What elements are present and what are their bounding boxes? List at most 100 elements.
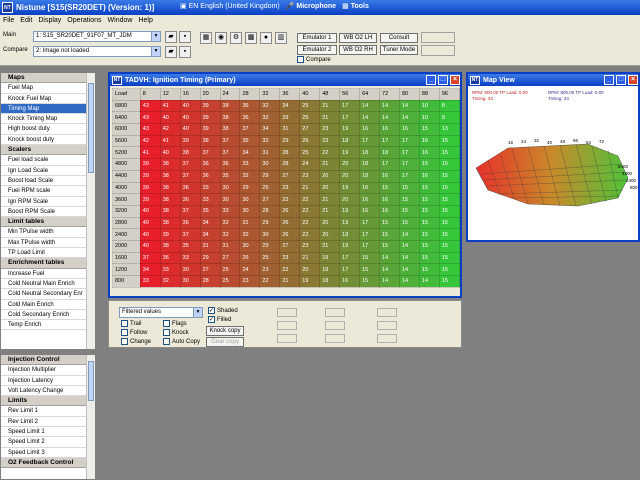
table-cell[interactable]: 39 [199,111,221,125]
table-cell[interactable]: 17 [359,228,381,241]
table-cell[interactable]: 25 [219,263,241,276]
table-cell[interactable]: 17 [359,216,381,230]
table-cell[interactable]: 32 [259,111,281,125]
row-header[interactable]: 1200 [112,263,141,276]
table-cell[interactable]: 15 [438,263,461,276]
sidebar-item[interactable]: Cold Main Enrich [1,300,95,310]
chart-icon[interactable]: ▥ [275,32,287,44]
table-cell[interactable]: 14 [379,99,400,113]
table-cell[interactable]: 38 [219,123,241,136]
sidebar-item[interactable]: Min TPulse width [1,227,95,238]
table-cell[interactable]: 21 [319,158,341,171]
table-cell[interactable]: 20 [319,181,341,195]
row-header[interactable]: 5600 [112,134,141,148]
table-cell[interactable]: 17 [359,239,381,253]
sidebar-scrollbar[interactable] [86,355,95,479]
sidebar-item[interactable]: Ign Load Scale [1,166,95,176]
table-cell[interactable]: 35 [219,169,241,183]
table-cell[interactable]: 35 [179,239,201,253]
auto-copy-checkbox[interactable]: Auto Copy [163,338,200,345]
table-cell[interactable]: 23 [319,134,341,148]
column-header[interactable]: 32 [259,88,281,101]
column-header[interactable]: 24 [219,88,241,101]
table-cell[interactable]: 40 [179,123,201,136]
consult-button[interactable]: Consult [380,33,418,43]
table-cell[interactable]: 29 [259,216,281,230]
table-cell[interactable]: 43 [139,99,161,113]
table-cell[interactable]: 35 [199,204,221,218]
table-cell[interactable]: 16 [359,181,381,195]
minimize-icon[interactable]: _ [426,75,436,85]
sidebar-item[interactable]: Increase Fuel [1,269,95,279]
table-cell[interactable]: 39 [199,123,221,136]
sidebar-item[interactable]: Speed Limit 1 [1,427,95,438]
table-cell[interactable]: 37 [239,123,261,136]
column-header[interactable]: 72 [379,88,400,101]
column-header[interactable]: 40 [299,88,321,101]
table-cell[interactable]: 36 [159,251,181,265]
row-header[interactable]: 6800 [112,99,141,113]
table-cell[interactable]: 43 [139,111,161,125]
table-cell[interactable]: 27 [259,193,281,206]
surface-plot[interactable]: 16 24 32 40 48 56 64 72 8400 4800 2400 800 [468,108,638,238]
table-cell[interactable]: 15 [438,169,461,183]
table-cell[interactable]: 34 [139,263,161,276]
table-cell[interactable]: 14 [359,99,381,113]
table-cell[interactable]: 29 [279,111,301,125]
knock-checkbox[interactable]: Knock [163,329,189,336]
table-cell[interactable]: 25 [259,181,281,195]
table-cell[interactable]: 17 [398,134,420,148]
table-cell[interactable]: 40 [139,228,161,241]
table-cell[interactable]: 36 [239,111,261,125]
row-header[interactable]: 800 [112,275,141,288]
grid-icon[interactable]: ▩ [245,32,257,44]
table-cell[interactable]: 30 [239,193,261,206]
wb-o2-rh-button[interactable]: WB O2 RH [339,45,377,55]
table-cell[interactable]: 29 [239,181,261,195]
table-cell[interactable]: 14 [379,111,400,125]
table-cell[interactable]: 27 [279,169,301,183]
table-cell[interactable]: 15 [438,239,461,253]
table-cell[interactable]: 25 [299,111,321,125]
sidebar-item[interactable]: Timing Map [1,103,95,115]
flags-checkbox[interactable]: Flags [163,320,187,327]
table-cell[interactable]: 37 [219,134,241,148]
emulator2-button[interactable]: Emulator 2 [297,45,337,55]
table-cell[interactable]: 23 [299,169,321,183]
table-cell[interactable]: 28 [279,158,301,171]
table-cell[interactable]: 37 [179,228,201,241]
table-cell[interactable]: 40 [139,216,161,230]
table-cell[interactable]: 15 [418,263,440,276]
table-cell[interactable]: 32 [219,216,241,230]
table-cell[interactable]: 27 [219,251,241,265]
sidebar-item[interactable]: Max TPulse width [1,238,95,249]
table-cell[interactable]: 37 [179,204,201,218]
table-cell[interactable]: 14 [398,228,420,241]
table-cell[interactable]: 17 [398,146,420,160]
table-cell[interactable]: 14 [379,251,400,265]
table-cell[interactable]: 41 [139,146,161,160]
column-header[interactable]: 8 [139,88,161,101]
table-cell[interactable]: 22 [279,263,301,276]
table-cell[interactable]: 34 [199,216,221,230]
table-cell[interactable]: 15 [418,216,440,230]
sidebar-item[interactable]: Ign RPM Scale [1,197,95,207]
table-cell[interactable]: 31 [239,216,261,230]
table-cell[interactable]: 38 [159,193,181,206]
table-cell[interactable]: 32 [259,99,281,113]
close-icon[interactable]: × [450,75,460,85]
table-cell[interactable]: 41 [159,134,181,148]
table-cell[interactable]: 18 [339,228,361,241]
table-cell[interactable]: 30 [259,228,281,241]
table-cell[interactable]: 43 [139,123,161,136]
table-cell[interactable]: 15 [438,216,461,230]
table-cell[interactable]: 18 [359,158,381,171]
maximize-icon[interactable]: □ [616,75,626,85]
column-header[interactable]: 20 [199,88,221,101]
column-header[interactable]: 80 [398,88,420,101]
table-cell[interactable]: 40 [179,111,201,125]
table-cell[interactable]: 17 [339,111,361,125]
table-cell[interactable]: 28 [259,204,281,218]
table-cell[interactable]: 19 [339,123,361,136]
table-cell[interactable]: 38 [199,134,221,148]
